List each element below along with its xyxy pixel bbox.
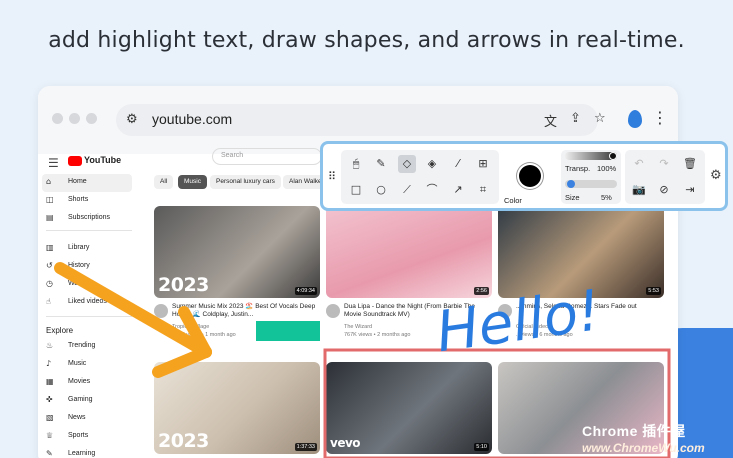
mouse-icon[interactable]: 🖱 <box>347 155 365 173</box>
watermark-title: Chrome 插件屋 <box>582 423 686 439</box>
eyedropper-icon[interactable]: ⁄ <box>449 155 467 173</box>
redo-icon[interactable]: ↷ <box>655 155 673 173</box>
circle-icon[interactable]: ○ <box>372 181 390 199</box>
pencil-icon[interactable]: ✎ <box>372 155 390 173</box>
camera-icon[interactable]: 📷 <box>630 181 648 199</box>
hello-annotation: Hello! <box>433 278 605 365</box>
undo-icon[interactable]: ↶ <box>630 155 648 173</box>
curve-icon[interactable]: ⌒ <box>423 181 441 199</box>
transparency-value: 100% <box>597 164 617 173</box>
trash-icon[interactable]: 🗑 <box>681 155 699 173</box>
fill-icon[interactable]: ◈ <box>423 155 441 173</box>
transparency-knob[interactable] <box>609 152 617 160</box>
watermark: Chrome 插件屋 www.ChromeWu.com <box>580 419 730 457</box>
tool-group: 🖱 ✎ ◇ ◈ ⁄ ⊞ □ ○ ⟋ ⌒ ↗ ⌗ <box>341 150 499 204</box>
drawing-toolbar: ⠿ 🖱 ✎ ◇ ◈ ⁄ ⊞ □ ○ ⟋ ⌒ ↗ ⌗ Color Transp. … <box>320 141 728 211</box>
drag-handle-icon[interactable]: ⠿ <box>328 170 336 183</box>
color-label: Color <box>504 196 522 205</box>
exit-icon[interactable]: ⇥ <box>681 181 699 199</box>
slider-group: Transp. 100% Size 5% <box>561 150 621 204</box>
crop-icon[interactable]: ⌗ <box>474 181 492 199</box>
watermark-url: www.ChromeWu.com <box>582 441 705 455</box>
size-label: Size <box>565 193 580 202</box>
square-icon[interactable]: □ <box>347 181 365 199</box>
eraser-icon[interactable]: ◇ <box>398 155 416 173</box>
line-icon[interactable]: ⟋ <box>398 181 416 199</box>
orange-arrow-head-lower <box>152 346 212 378</box>
action-group: ↶ ↷ 🗑 📷 ⊘ ⇥ <box>625 150 705 204</box>
size-value: 5% <box>601 193 612 202</box>
hide-icon[interactable]: ⊘ <box>655 181 673 199</box>
green-highlight <box>256 321 320 341</box>
annotation-layer: Hello! <box>54 262 671 458</box>
gear-icon[interactable]: ⚙ <box>710 168 722 183</box>
transparency-label: Transp. <box>565 164 591 173</box>
color-swatch[interactable] <box>519 165 541 187</box>
text-box-icon[interactable]: ⊞ <box>474 155 492 173</box>
arrow-curve-icon[interactable]: ↗ <box>449 181 467 199</box>
